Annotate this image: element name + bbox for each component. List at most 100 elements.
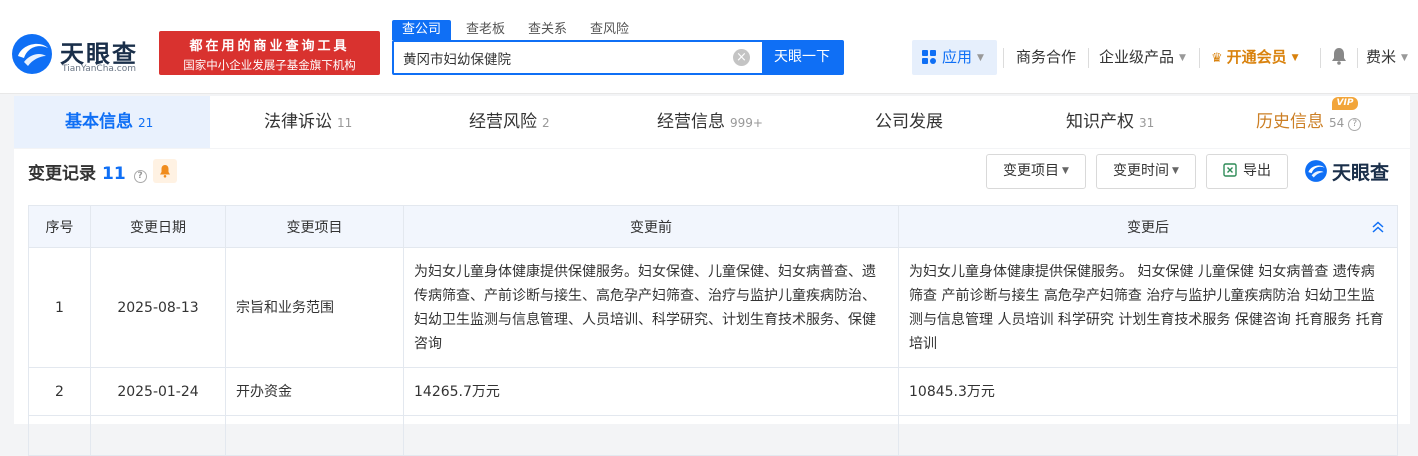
table-row: 2 2025-01-24 开办资金 14265.7万元 10845.3万元 — [28, 367, 1398, 416]
user-name: 费米 — [1366, 48, 1397, 66]
search-tab-relation[interactable]: 查关系 — [528, 20, 567, 40]
chevron-down-icon: ▼ — [1062, 166, 1069, 176]
vip-badge: VIP — [1332, 97, 1358, 110]
tab-count: 11 — [337, 116, 353, 130]
chevron-down-icon: ▼ — [1172, 166, 1179, 176]
chevron-down-icon: ▼ — [1179, 53, 1186, 63]
cell-item: 开办资金 — [225, 367, 404, 416]
change-time-filter[interactable]: 变更时间 ▼ — [1096, 154, 1196, 189]
nav-business[interactable]: 商务合作 — [1016, 40, 1076, 75]
table-header-row: 序号 变更日期 变更项目 变更前 变更后 — [28, 205, 1398, 248]
nav-vip[interactable]: ♛ 开通会员 ▼ — [1211, 40, 1299, 75]
change-item-filter-label: 变更项目 — [1003, 163, 1060, 179]
slogan-line1: 都在用的商业查询工具 — [189, 39, 350, 54]
tab-ip[interactable]: 知识产权 31 — [1066, 96, 1154, 148]
tab-label: 法律诉讼 — [264, 112, 332, 132]
slogan-line2: 国家中小企业发展子基金旗下机构 — [183, 58, 356, 72]
logo-domain: TianYanCha.com — [62, 64, 137, 74]
logo-mark-icon — [1305, 160, 1327, 182]
help-icon[interactable]: ? — [133, 170, 147, 183]
search-input[interactable] — [394, 42, 732, 73]
divider — [1003, 48, 1004, 68]
cell-before: 为妇女儿童身体健康提供保健服务。妇女保健、儿童保健、妇女病普查、遗传病筛查、产前… — [403, 247, 899, 368]
user-menu[interactable]: 费米 ▼ — [1366, 40, 1408, 75]
watermark-logo-text: 天眼查 — [1332, 162, 1390, 184]
column-header-before: 变更前 — [403, 205, 899, 248]
column-header-item: 变更项目 — [225, 205, 404, 248]
export-button[interactable]: 导出 — [1206, 154, 1288, 189]
cell-after: 10845.3万元 — [898, 367, 1398, 416]
detail-tabs: 基本信息 21 法律诉讼 11 经营风险 2 经营信息 999+ 公司发展 知识产权 31… — [14, 96, 1410, 148]
tab-count: 31 — [1139, 116, 1155, 130]
search-tab-risk[interactable]: 查风险 — [590, 20, 629, 40]
help-icon[interactable]: ? — [1348, 118, 1362, 131]
monitor-bell-button[interactable] — [153, 159, 177, 183]
cell-date: 2025-01-24 — [90, 367, 226, 416]
cell-after — [898, 415, 1398, 456]
cell-item — [225, 415, 404, 456]
cell-before — [403, 415, 899, 456]
chevron-down-icon: ▼ — [1401, 53, 1408, 63]
clear-icon[interactable]: × — [733, 49, 750, 66]
change-item-filter[interactable]: 变更项目 ▼ — [986, 154, 1086, 189]
app-menu[interactable]: 应用 ▼ — [912, 40, 997, 75]
excel-icon — [1223, 163, 1237, 177]
divider — [1088, 48, 1089, 68]
cell-item: 宗旨和业务范围 — [225, 247, 404, 368]
search-tab-boss[interactable]: 查老板 — [466, 20, 505, 40]
tab-risk[interactable]: 经营风险 2 — [469, 96, 550, 148]
cell-before: 14265.7万元 — [403, 367, 899, 416]
tab-operation[interactable]: 经营信息 999+ — [657, 96, 763, 148]
search-tab-company[interactable]: 查公司 — [392, 20, 452, 40]
search-button[interactable]: 天眼一下 — [762, 42, 842, 73]
tab-label: 经营信息 — [657, 112, 725, 132]
cell-no — [28, 415, 91, 456]
divider — [1357, 48, 1358, 68]
column-header-no: 序号 — [28, 205, 91, 248]
tab-count: 2 — [542, 116, 550, 130]
tab-label: 经营风险 — [469, 112, 537, 132]
bell-icon — [160, 165, 170, 178]
section-count: 11 — [102, 164, 126, 184]
change-records-card: 变更记录 11? 变更项目 ▼ 变更时间 ▼ 导出 天眼查 序号 变更日期 变更… — [14, 149, 1410, 456]
notification-bell[interactable] — [1331, 40, 1347, 75]
app-grid-icon — [922, 50, 936, 64]
tab-development[interactable]: 公司发展 — [875, 96, 943, 148]
tab-label: 历史信息 — [1256, 112, 1324, 132]
crown-icon: ♛ — [1211, 51, 1223, 66]
table-row: 1 2025-08-13 宗旨和业务范围 为妇女儿童身体健康提供保健服务。妇女保… — [28, 247, 1398, 368]
section-title: 变更记录 11? — [28, 159, 147, 184]
logo-mark-icon — [12, 34, 52, 74]
collapse-up-icon[interactable] — [1371, 220, 1385, 234]
change-records-table: 序号 变更日期 变更项目 变更前 变更后 1 2025-08-13 宗旨和业务范… — [28, 205, 1398, 456]
divider — [1199, 48, 1200, 68]
column-header-date[interactable]: 变更日期 — [90, 205, 226, 248]
top-header: 天眼查 TianYanCha.com 都在用的商业查询工具 国家中小企业发展子基… — [0, 0, 1418, 94]
divider — [1320, 48, 1321, 68]
cell-no: 2 — [28, 367, 91, 416]
cell-date: 2025-08-13 — [90, 247, 226, 368]
nav-enterprise[interactable]: 企业级产品 ▼ — [1099, 40, 1186, 75]
tab-label: 基本信息 — [65, 112, 133, 132]
slogan-banner: 都在用的商业查询工具 国家中小企业发展子基金旗下机构 — [159, 31, 380, 75]
column-header-after-label: 变更后 — [1127, 219, 1169, 236]
tab-label: 知识产权 — [1066, 112, 1134, 132]
cell-after: 为妇女儿童身体健康提供保健服务。 妇女保健 儿童保健 妇女病普查 遗传病筛查 产… — [898, 247, 1398, 368]
app-menu-label: 应用 — [942, 48, 973, 66]
search-box: × 天眼一下 — [392, 40, 844, 75]
column-header-after: 变更后 — [898, 205, 1398, 248]
chevron-down-icon: ▼ — [977, 53, 984, 63]
tab-label: 公司发展 — [875, 112, 943, 132]
tab-legal[interactable]: 法律诉讼 11 — [264, 96, 352, 148]
chevron-down-icon: ▼ — [1291, 53, 1299, 63]
tab-count: 999+ — [730, 116, 763, 130]
tab-basic-info[interactable]: 基本信息 21 — [65, 96, 153, 148]
bell-icon — [1332, 48, 1346, 65]
cell-no: 1 — [28, 247, 91, 368]
tab-count: 54 — [1329, 116, 1345, 130]
export-label: 导出 — [1243, 163, 1271, 179]
section-title-text: 变更记录 — [28, 164, 96, 184]
nav-enterprise-label: 企业级产品 — [1099, 48, 1175, 66]
nav-vip-label: 开通会员 — [1226, 48, 1287, 66]
table-row — [28, 415, 1398, 456]
